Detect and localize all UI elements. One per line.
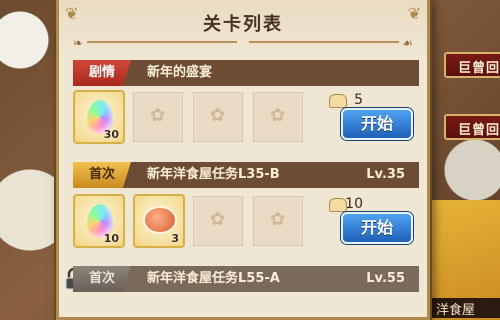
side-button-1[interactable]: 巨曾回 bbox=[444, 52, 500, 78]
reward-item[interactable]: 30 bbox=[73, 90, 125, 144]
start-button[interactable]: 开始 bbox=[341, 108, 413, 140]
empty-reward-slot bbox=[253, 92, 303, 142]
stage-name: 新年洋食屋任务L35-B bbox=[147, 167, 280, 182]
side-button-2[interactable]: 巨曾回 bbox=[444, 114, 500, 140]
stage-row-locked[interactable]: 首次 新年洋食屋任务L55-A Lv.55 bbox=[65, 266, 419, 292]
title-divider bbox=[249, 41, 399, 43]
ornament-icon: ❧ bbox=[73, 36, 84, 50]
ornament-icon: ☙ bbox=[402, 36, 413, 50]
stage-level: Lv.55 bbox=[366, 271, 405, 286]
stage-row[interactable]: 剧情 新年的盛宴 bbox=[73, 60, 419, 86]
bread-icon bbox=[329, 94, 347, 108]
start-button[interactable]: 开始 bbox=[341, 212, 413, 244]
empty-reward-slot bbox=[133, 92, 183, 142]
stage-level: Lv.35 bbox=[366, 167, 405, 182]
stamina-cost: 10 bbox=[345, 196, 363, 212]
reward-row: 30 5 开始 bbox=[73, 88, 419, 146]
fish-dish-icon bbox=[143, 206, 177, 234]
title-divider bbox=[87, 41, 237, 43]
stage-tag: 首次 bbox=[73, 162, 131, 188]
panel-title: 关卡列表 bbox=[203, 14, 283, 35]
reward-row: 10 3 10 开始 bbox=[73, 192, 419, 250]
empty-reward-slot bbox=[193, 196, 243, 246]
item-count: 30 bbox=[103, 128, 119, 141]
stage-name: 新年的盛宴 bbox=[147, 65, 213, 80]
empty-reward-slot bbox=[193, 92, 243, 142]
item-count: 10 bbox=[103, 232, 119, 245]
item-count: 3 bbox=[171, 232, 179, 245]
panel-header: ❦ ❦ 关卡列表 ❧ ☙ bbox=[59, 0, 427, 58]
stage-name: 新年洋食屋任务L55-A bbox=[147, 271, 280, 286]
stamina-cost: 5 bbox=[354, 92, 363, 108]
stage-tag: 首次 bbox=[73, 266, 131, 292]
reward-item[interactable]: 10 bbox=[73, 194, 125, 248]
reward-item[interactable]: 3 bbox=[133, 194, 185, 248]
side-shop-label: 洋食屋 bbox=[430, 298, 500, 318]
empty-reward-slot bbox=[253, 196, 303, 246]
stage-row[interactable]: 首次 新年洋食屋任务L35-B Lv.35 bbox=[73, 162, 419, 188]
stage-tag: 剧情 bbox=[73, 60, 131, 86]
stage-list-panel: ❦ ❦ 关卡列表 ❧ ☙ 剧情 新年的盛宴 30 5 开始 首次 新年洋食屋任务… bbox=[56, 0, 430, 320]
